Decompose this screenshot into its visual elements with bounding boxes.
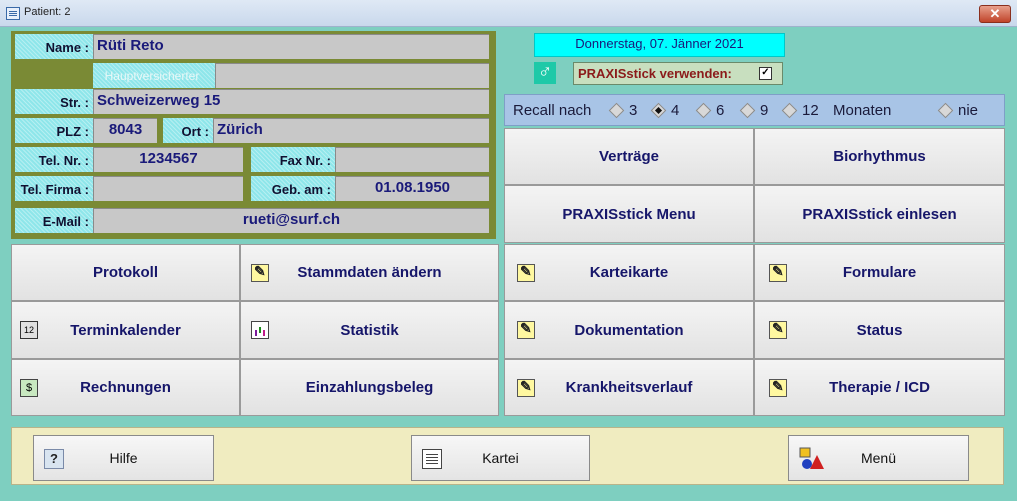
praxisstick-einlesen-button[interactable]: PRAXISstick einlesen [754,185,1005,243]
street-label: Str. : [15,89,93,114]
praxisstick-toggle[interactable]: PRAXISstick verwenden: ✓ [573,62,783,85]
kartei-button[interactable]: Kartei [411,435,590,481]
recall-radio-12[interactable] [781,102,798,119]
therapie-icd-label: Therapie / ICD [829,379,930,396]
edit-form-icon [251,263,269,282]
tel-label: Tel. Nr. : [15,147,93,172]
recall-option-9: 9 [760,102,769,119]
recall-option-3: 3 [629,102,638,119]
protokoll-label: Protokoll [92,264,158,281]
karteikarte-label: Karteikarte [589,264,669,281]
recall-radio-4[interactable] [650,102,667,119]
tel-field[interactable]: 1234567 [93,147,243,172]
bar-chart-icon [251,321,269,339]
edit-icon [517,263,535,282]
patient-panel: Name : Rüti Reto Hauptversicherter Str. … [11,31,496,239]
recall-radio-3[interactable] [608,102,625,119]
krankheitsverlauf-button[interactable]: Krankheitsverlauf [504,359,754,416]
biorhythmus-label: Biorhythmus [833,148,926,165]
tel-firma-field[interactable] [93,176,243,201]
male-gender-icon: ♂ [534,62,556,84]
stammdaten-button[interactable]: Stammdaten ändern [240,244,499,301]
geb-field[interactable]: 01.08.1950 [335,176,489,201]
karteikarte-button[interactable]: Karteikarte [504,244,754,301]
hauptversicherter-label: Hauptversicherter [93,63,215,88]
calendar-icon: 12 [20,321,38,339]
kartei-label: Kartei [482,450,519,466]
edit-icon [769,263,787,282]
shapes-menu-icon [799,447,825,471]
praxisstick-checkbox[interactable]: ✓ [759,67,772,80]
help-icon: ? [44,449,64,469]
rechnungen-button[interactable]: $ Rechnungen [11,359,240,416]
stammdaten-label: Stammdaten ändern [297,264,442,281]
menu-label: Menü [860,450,897,466]
edit-icon [517,378,535,397]
plz-field[interactable]: 8043 [93,118,157,143]
terminkalender-button[interactable]: 12 Terminkalender [11,301,240,359]
name-field[interactable]: Rüti Reto [93,34,489,59]
therapie-icd-button[interactable]: Therapie / ICD [754,359,1005,416]
money-icon: $ [20,378,38,397]
patient-window: Patient: 2 ✕ Name : Rüti Reto Hauptversi… [0,0,1017,501]
hilfe-button[interactable]: ? Hilfe [33,435,214,481]
tel-firma-label: Tel. Firma : [15,176,93,201]
recall-group: Recall nach 3 4 6 9 12 Monaten nie [504,94,1005,126]
menu-button[interactable]: Menü [788,435,969,481]
recall-option-4: 4 [671,102,680,119]
einzahlungsbeleg-label: Einzahlungsbeleg [305,379,434,396]
protokoll-button[interactable]: Protokoll [11,244,240,301]
date-display: Donnerstag, 07. Jänner 2021 [534,33,785,57]
ort-field[interactable]: Zürich [213,118,489,143]
recall-prefix: Recall nach [513,102,592,119]
vertraege-label: Verträge [598,148,660,165]
edit-icon [517,320,535,339]
statistik-label: Statistik [340,321,399,339]
recall-radio-9[interactable] [739,102,756,119]
title-bar: Patient: 2 ✕ [0,0,1017,27]
praxisstick-einlesen-label: PRAXISstick einlesen [802,205,957,223]
vertraege-button[interactable]: Verträge [504,128,754,185]
recall-radio-never[interactable] [937,102,954,119]
fax-label: Fax Nr. : [251,147,335,172]
hauptversicherter-field[interactable] [215,63,489,88]
einzahlungsbeleg-button[interactable]: Einzahlungsbeleg [240,359,499,416]
formulare-label: Formulare [842,264,917,281]
krankheitsverlauf-label: Krankheitsverlauf [565,379,693,396]
name-label: Name : [15,34,93,59]
email-field[interactable]: rueti@surf.ch [93,208,489,233]
praxisstick-label: PRAXISstick verwenden: [578,66,732,81]
biorhythmus-button[interactable]: Biorhythmus [754,128,1005,185]
edit-icon [769,378,787,397]
close-button[interactable]: ✕ [979,5,1011,23]
terminkalender-label: Terminkalender [70,321,181,339]
edit-icon [769,320,787,339]
recall-option-never: nie [958,102,979,119]
recall-option-12: 12 [802,102,819,119]
recall-suffix: Monaten [833,102,892,119]
window-icon [6,7,20,20]
rechnungen-label: Rechnungen [80,379,171,396]
email-label: E-Mail : [15,208,93,233]
street-field[interactable]: Schweizerweg 15 [93,89,489,114]
status-button[interactable]: Status [754,301,1005,359]
hilfe-label: Hilfe [109,450,138,466]
recall-radio-6[interactable] [695,102,712,119]
window-title: Patient: 2 [24,6,71,18]
card-index-icon [422,449,442,469]
recall-option-6: 6 [716,102,725,119]
praxisstick-menu-button[interactable]: PRAXISstick Menu [504,185,754,243]
praxisstick-menu-label: PRAXISstick Menu [562,205,696,223]
plz-label: PLZ : [15,118,93,143]
geb-label: Geb. am : [251,176,335,201]
fax-field[interactable] [335,147,489,172]
formulare-button[interactable]: Formulare [754,244,1005,301]
ort-label: Ort : [163,118,213,143]
dokumentation-label: Dokumentation [574,321,684,339]
dokumentation-button[interactable]: Dokumentation [504,301,754,359]
statistik-button[interactable]: Statistik [240,301,499,359]
status-label: Status [856,321,903,339]
